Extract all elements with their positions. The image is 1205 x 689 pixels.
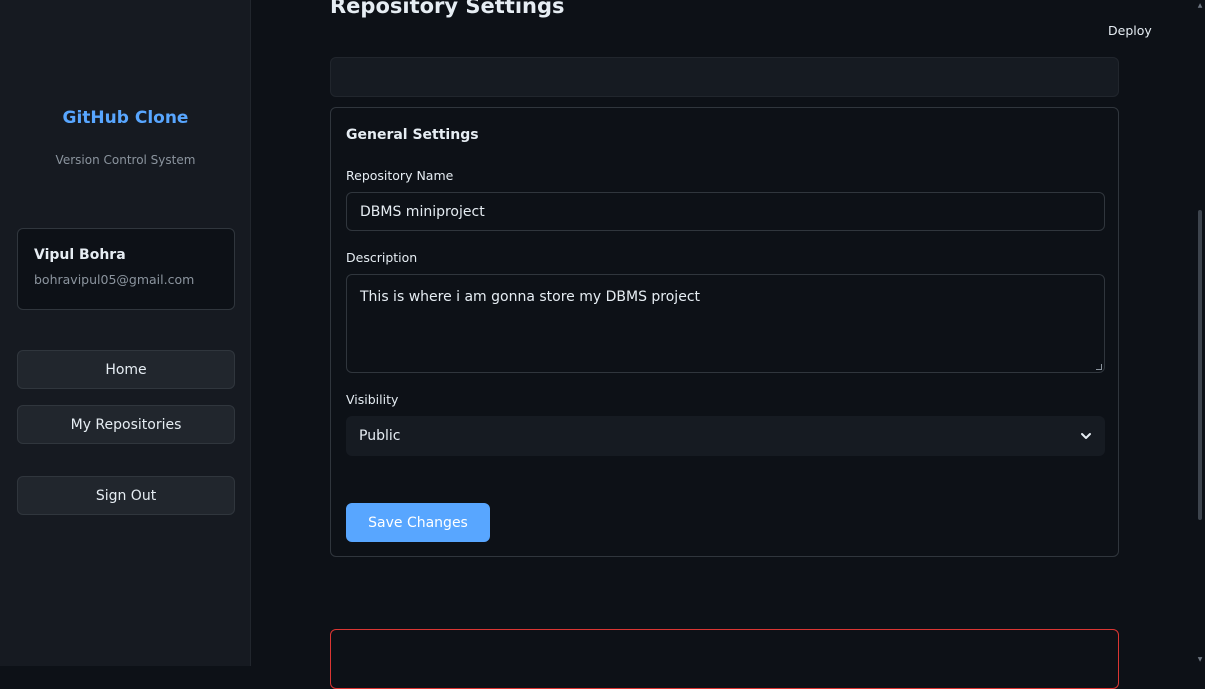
repository-name-value: DBMS miniproject	[360, 203, 485, 220]
description-value: This is where i am gonna store my DBMS p…	[360, 289, 700, 305]
brand-subtitle: Version Control System	[55, 153, 196, 167]
scroll-down-arrow-icon[interactable]: ▼	[1196, 656, 1204, 664]
scroll-thumb[interactable]	[1198, 210, 1202, 520]
user-card: Vipul Bohra bohravipul05@gmail.com	[17, 228, 235, 310]
section-title: General Settings	[346, 127, 479, 143]
description-label: Description	[346, 250, 418, 265]
danger-zone-panel	[330, 629, 1119, 689]
top-bar	[330, 57, 1119, 97]
description-textarea[interactable]: This is where i am gonna store my DBMS p…	[346, 274, 1105, 373]
resize-grip-icon[interactable]	[1096, 364, 1102, 370]
sign-out-button[interactable]: Sign Out	[17, 476, 235, 515]
user-name: Vipul Bohra	[34, 247, 126, 263]
visibility-label: Visibility	[346, 392, 399, 407]
sidebar: GitHub Clone Version Control System Vipu…	[0, 0, 251, 666]
home-button[interactable]: Home	[17, 350, 235, 389]
deploy-button[interactable]: Deploy	[1108, 23, 1152, 38]
page-title: Repository Settings	[330, 0, 565, 18]
general-settings-panel: General Settings Repository Name DBMS mi…	[330, 107, 1119, 557]
my-repositories-button[interactable]: My Repositories	[17, 405, 235, 444]
repository-name-input[interactable]: DBMS miniproject	[346, 192, 1105, 231]
chevron-down-icon	[1081, 433, 1091, 439]
scroll-up-arrow-icon[interactable]: ▲	[1196, 2, 1204, 10]
visibility-select[interactable]: Public	[346, 416, 1105, 456]
user-email: bohravipul05@gmail.com	[34, 272, 195, 287]
repository-name-label: Repository Name	[346, 168, 454, 183]
scrollbar[interactable]: ▲ ▼	[1195, 0, 1205, 666]
save-changes-button[interactable]: Save Changes	[346, 503, 490, 542]
visibility-value: Public	[359, 428, 401, 444]
brand-title: GitHub Clone	[62, 108, 189, 128]
